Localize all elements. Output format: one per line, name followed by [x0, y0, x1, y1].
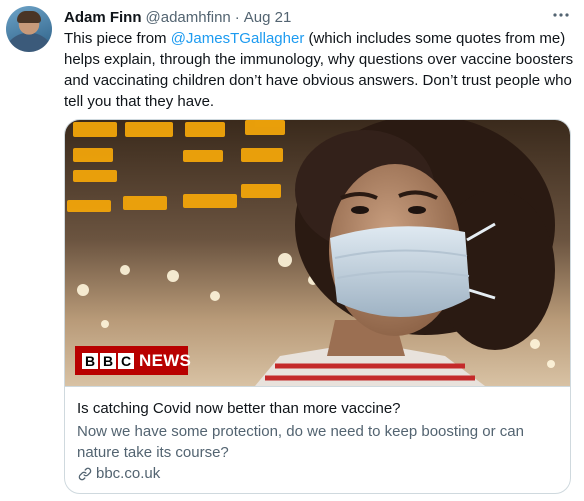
card-image[interactable]: B B C NEWS [65, 120, 570, 386]
avatar[interactable] [6, 6, 52, 52]
more-horizontal-icon [553, 13, 569, 17]
bbc-logo-word: NEWS [139, 350, 192, 370]
author-handle[interactable]: @adamhfinn [146, 9, 231, 26]
bbc-logo-letter: C [118, 352, 134, 369]
card-domain-text: bbc.co.uk [96, 465, 161, 482]
bbc-news-logo: B B C NEWS [75, 346, 192, 375]
card-domain: bbc.co.uk [77, 464, 560, 484]
card-title: Is catching Covid now better than more v… [77, 400, 401, 417]
mention-link[interactable]: @JamesTGallagher [171, 30, 305, 47]
bbc-logo-letter: B [100, 352, 116, 369]
tweet-header: Adam Finn @adamhfinn · Aug 21 [64, 7, 291, 27]
tweet[interactable]: Adam Finn @adamhfinn · Aug 21 This piece… [0, 0, 584, 501]
card-description: Now we have some protection, do we need … [77, 423, 524, 461]
tweet-text-before: This piece from [64, 30, 171, 47]
bbc-logo-letter: B [82, 352, 98, 369]
more-options-button[interactable] [548, 4, 574, 26]
link-card[interactable]: B B C NEWS Is catching Covid now better … [64, 119, 571, 494]
tweet-date[interactable]: Aug 21 [244, 9, 292, 26]
separator-dot: · [234, 8, 240, 26]
card-body[interactable]: Is catching Covid now better than more v… [65, 386, 570, 493]
tweet-text: This piece from @JamesTGallagher (which … [64, 28, 574, 112]
author-name[interactable]: Adam Finn [64, 9, 142, 26]
link-icon [78, 467, 92, 481]
